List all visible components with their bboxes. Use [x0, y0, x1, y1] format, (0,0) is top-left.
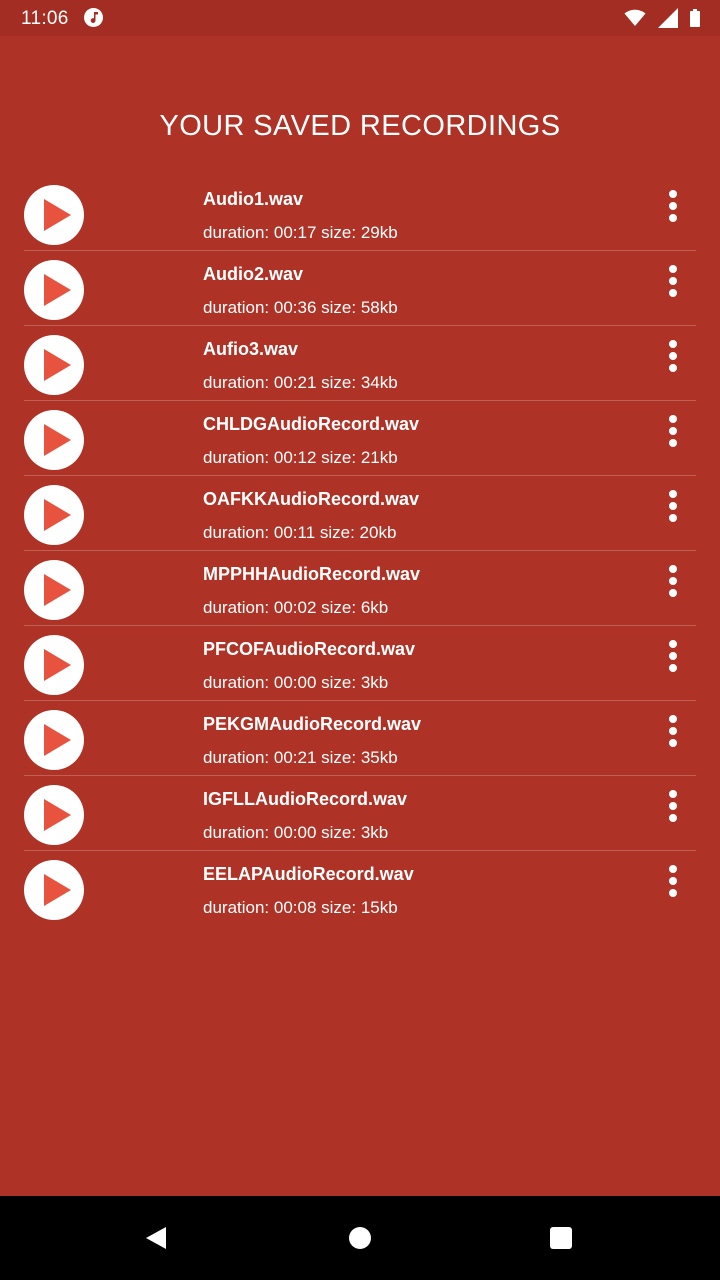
play-button[interactable] — [24, 860, 84, 920]
recording-name: Audio2.wav — [203, 264, 304, 284]
wifi-icon — [624, 9, 646, 26]
play-icon — [44, 724, 71, 756]
page-title: YOUR SAVED RECORDINGS — [159, 110, 561, 142]
recording-row[interactable]: PFCOFAudioRecord.wav duration: 00:00 siz… — [0, 626, 720, 701]
recents-icon[interactable] — [550, 1227, 572, 1249]
play-button[interactable] — [24, 560, 84, 620]
signal-icon — [658, 8, 678, 28]
play-icon — [44, 799, 71, 831]
play-icon — [44, 199, 71, 231]
play-button[interactable] — [24, 635, 84, 695]
back-icon[interactable] — [144, 1226, 168, 1250]
play-icon — [44, 649, 71, 681]
more-options-icon[interactable] — [660, 865, 686, 901]
recordings-screen: YOUR SAVED RECORDINGS Audio1.wav duratio… — [0, 36, 720, 1196]
play-icon — [44, 874, 71, 906]
play-button[interactable] — [24, 485, 84, 545]
recording-list: Audio1.wav duration: 00:17 size: 29kb Au… — [0, 176, 720, 926]
more-options-icon[interactable] — [660, 640, 686, 676]
status-time: 11:06 — [21, 8, 69, 29]
battery-icon — [690, 9, 700, 27]
recording-row[interactable]: Aufio3.wav duration: 00:21 size: 34kb — [0, 326, 720, 401]
play-icon — [44, 274, 71, 306]
recording-name: EELAPAudioRecord.wav — [203, 864, 414, 884]
more-options-icon[interactable] — [660, 715, 686, 751]
recording-name: PEKGMAudioRecord.wav — [203, 714, 422, 734]
recording-name: PFCOFAudioRecord.wav — [203, 639, 416, 659]
recording-row[interactable]: MPPHHAudioRecord.wav duration: 00:02 siz… — [0, 551, 720, 626]
recording-meta: duration: 00:11 size: 20kb — [203, 523, 397, 542]
status-icons — [624, 8, 700, 28]
navigation-bar — [0, 1196, 720, 1280]
play-icon — [44, 424, 71, 456]
recording-row[interactable]: CHLDGAudioRecord.wav duration: 00:12 siz… — [0, 401, 720, 476]
more-options-icon[interactable] — [660, 340, 686, 376]
more-options-icon[interactable] — [660, 490, 686, 526]
more-options-icon[interactable] — [660, 415, 686, 451]
recording-row[interactable]: EELAPAudioRecord.wav duration: 00:08 siz… — [0, 851, 720, 926]
more-options-icon[interactable] — [660, 565, 686, 601]
play-button[interactable] — [24, 785, 84, 845]
recording-name: CHLDGAudioRecord.wav — [203, 414, 420, 434]
recording-name: Audio1.wav — [203, 189, 304, 209]
more-options-icon[interactable] — [660, 790, 686, 826]
status-bar: 11:06 — [0, 0, 720, 36]
recording-meta: duration: 00:00 size: 3kb — [203, 823, 389, 842]
more-options-icon[interactable] — [660, 190, 686, 226]
more-options-icon[interactable] — [660, 265, 686, 301]
play-icon — [44, 574, 71, 606]
recording-meta: duration: 00:21 size: 34kb — [203, 373, 398, 392]
recording-meta: duration: 00:12 size: 21kb — [203, 448, 398, 467]
play-button[interactable] — [24, 710, 84, 770]
recording-meta: duration: 00:36 size: 58kb — [203, 298, 398, 317]
play-button[interactable] — [24, 260, 84, 320]
recording-meta: duration: 00:17 size: 29kb — [203, 223, 398, 242]
recording-name: MPPHHAudioRecord.wav — [203, 564, 421, 584]
recording-name: IGFLLAudioRecord.wav — [203, 789, 408, 809]
play-icon — [44, 499, 71, 531]
recording-row[interactable]: IGFLLAudioRecord.wav duration: 00:00 siz… — [0, 776, 720, 851]
recording-name: OAFKKAudioRecord.wav — [203, 489, 420, 509]
play-button[interactable] — [24, 185, 84, 245]
recording-row[interactable]: PEKGMAudioRecord.wav duration: 00:21 siz… — [0, 701, 720, 776]
play-button[interactable] — [24, 335, 84, 395]
recording-meta: duration: 00:00 size: 3kb — [203, 673, 389, 692]
home-icon[interactable] — [349, 1227, 371, 1249]
music-note-icon — [84, 8, 103, 27]
play-icon — [44, 349, 71, 381]
recording-row[interactable]: Audio2.wav duration: 00:36 size: 58kb — [0, 251, 720, 326]
recording-row[interactable]: OAFKKAudioRecord.wav duration: 00:11 siz… — [0, 476, 720, 551]
recording-meta: duration: 00:08 size: 15kb — [203, 898, 398, 917]
recording-meta: duration: 00:02 size: 6kb — [203, 598, 389, 617]
recording-meta: duration: 00:21 size: 35kb — [203, 748, 398, 767]
play-button[interactable] — [24, 410, 84, 470]
recording-name: Aufio3.wav — [203, 339, 299, 359]
recording-row[interactable]: Audio1.wav duration: 00:17 size: 29kb — [0, 176, 720, 251]
